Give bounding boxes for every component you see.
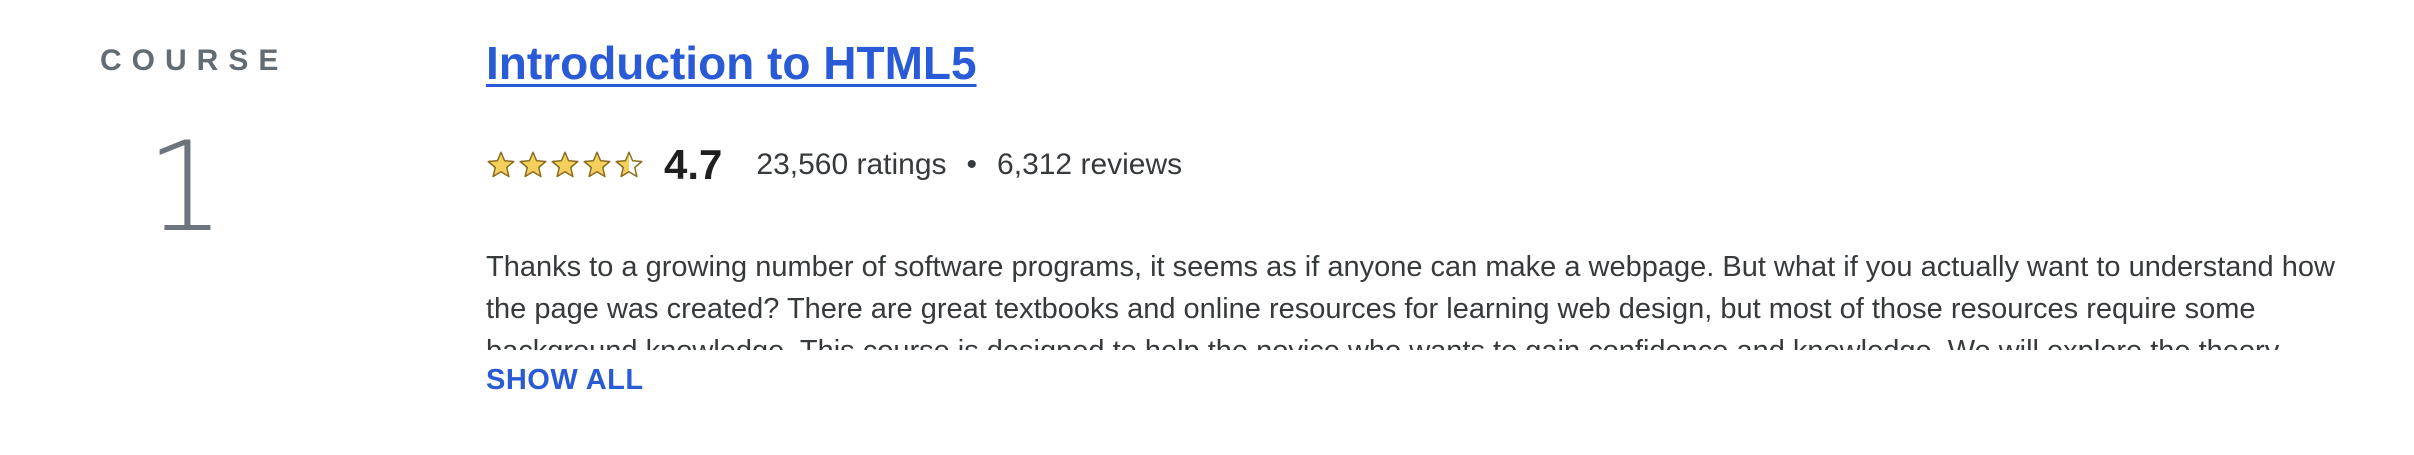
rating-row: 4.7 23,560 ratings • 6,312 reviews [486,140,1182,190]
star-half-icon [615,151,643,178]
course-label: COURSE [100,44,289,77]
star-rating [486,150,644,180]
course-details: Introduction to HTML5 4.7 23,560 ratings… [486,0,2366,455]
reviews-count: 6,312 reviews [997,148,1183,181]
star-full-icon [551,151,579,178]
course-index-column: COURSE 1 [0,0,360,455]
course-number: 1 [146,116,225,260]
meta-separator: • [966,148,978,181]
star-full-icon [519,151,547,178]
ratings-count: 23,560 ratings [756,148,947,181]
average-rating: 4.7 [664,141,723,188]
course-title-link[interactable]: Introduction to HTML5 [486,36,977,90]
star-full-icon [583,151,611,178]
course-description: Thanks to a growing number of software p… [486,251,2335,350]
show-all-button[interactable]: SHOW ALL [486,364,644,397]
star-full-icon [487,151,515,178]
course-card: COURSE 1 Introduction to HTML5 4.7 23,56… [0,0,2414,455]
